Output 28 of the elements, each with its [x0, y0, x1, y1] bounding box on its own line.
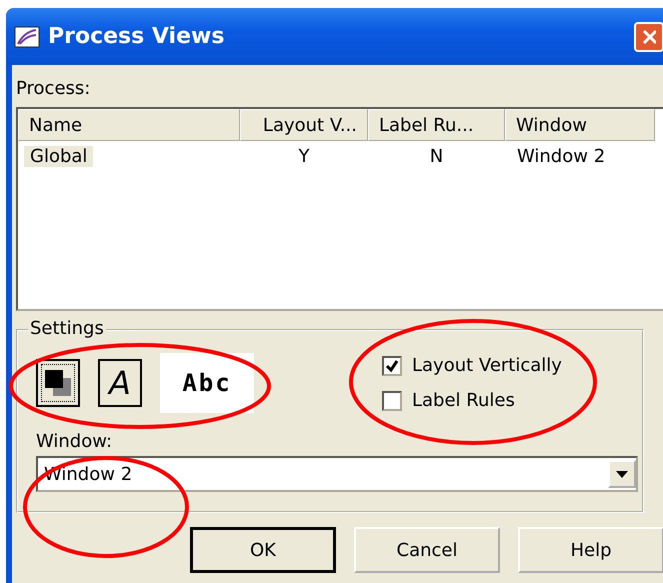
window-title: Process Views: [48, 24, 224, 49]
font-preview: Abc: [160, 353, 254, 413]
checkbox[interactable]: [382, 356, 402, 376]
table-cell-text: Y: [298, 146, 310, 166]
dialog-button[interactable]: Cancel: [354, 527, 500, 573]
column-header[interactable]: Name: [18, 109, 240, 141]
app-icon: [14, 26, 40, 48]
table-cell-text: Window 2: [516, 146, 606, 166]
process-list[interactable]: Name Layout V... Label Ru... Window Global Y N Window 2: [16, 107, 663, 311]
column-header[interactable]: Label Ru...: [368, 109, 505, 141]
dropdown-arrow-icon: [616, 470, 628, 478]
process-label: Process:: [16, 78, 90, 98]
group-title: Settings: [28, 318, 106, 339]
color-icon: [45, 370, 71, 396]
checkbox-label: Layout Vertically: [412, 355, 562, 376]
checkbox-label: Label Rules: [412, 390, 515, 411]
dialog-button[interactable]: OK: [190, 527, 336, 573]
column-header[interactable]: Layout V...: [240, 109, 368, 141]
column-header[interactable]: Window: [505, 109, 655, 141]
font-button[interactable]: A: [98, 359, 142, 407]
color-button[interactable]: [36, 359, 80, 407]
close-button[interactable]: [634, 22, 663, 52]
close-icon: [642, 28, 656, 44]
table-cell-text: N: [428, 146, 444, 166]
dialog-button[interactable]: Help: [518, 527, 663, 573]
window-label: Window:: [36, 431, 112, 452]
table-cell[interactable]: Global: [24, 146, 94, 166]
checkbox[interactable]: [382, 390, 402, 410]
